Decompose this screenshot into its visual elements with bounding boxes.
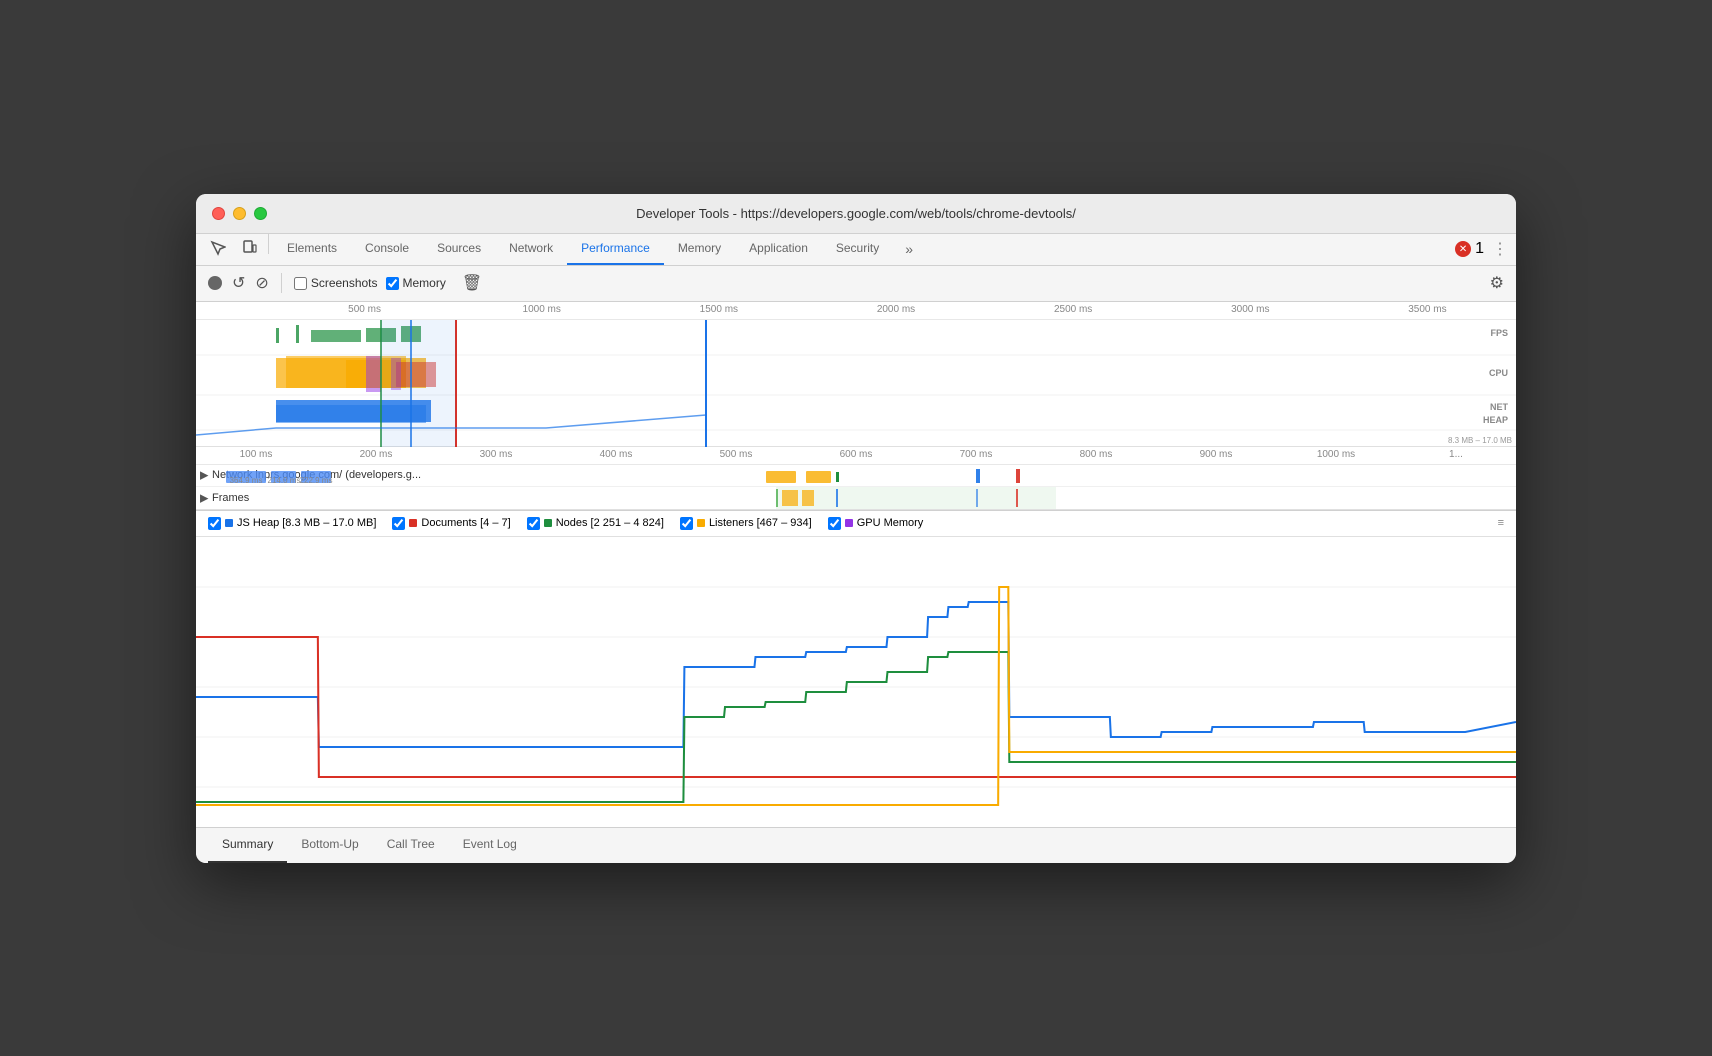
maximize-button[interactable] [254,207,267,220]
memory-label: Memory [403,276,446,290]
screenshots-label: Screenshots [311,276,378,290]
screenshots-checkbox-item: Screenshots [294,276,378,290]
gpu-label: GPU Memory [857,517,924,529]
tab-console[interactable]: Console [351,234,423,265]
b-ruler-500: 500 ms [676,449,796,464]
overview-chart [196,320,1516,447]
legend-nodes: Nodes [2 251 – 4 824] [527,517,664,530]
traffic-lights [212,207,267,220]
stop-recording-button[interactable]: ⊘ [255,273,268,293]
svg-text:214.0 ms: 214.0 ms [268,476,301,485]
inspect-icon[interactable] [204,234,232,262]
js-heap-label: JS Heap [8.3 MB – 17.0 MB] [237,517,376,529]
b-ruler-100: 100 ms [196,449,316,464]
ruler-label-3000: 3000 ms [1162,304,1339,319]
tab-event-log[interactable]: Event Log [449,827,531,863]
nodes-checkbox[interactable] [527,517,540,530]
net-label: NET [1490,402,1508,412]
error-indicator: ✕ 1 ⋮ [1455,234,1508,265]
screenshots-checkbox[interactable] [294,277,307,290]
b-ruler-700: 700 ms [916,449,1036,464]
memory-svg [196,537,1516,827]
tab-application[interactable]: Application [735,234,822,265]
memory-checkbox-item: Memory [386,276,446,290]
devtools-menu-icon[interactable]: ⋮ [1492,239,1508,259]
ruler-label-3500: 3500 ms [1339,304,1516,319]
device-icon[interactable] [236,234,264,262]
error-x: ✕ [1459,244,1467,255]
tab-memory[interactable]: Memory [664,234,735,265]
tab-elements[interactable]: Elements [273,234,351,265]
b-ruler-600: 600 ms [796,449,916,464]
network-chart: 364.9 ms 214.0 ms 222.9 ms [196,467,1516,485]
tab-bottom-up[interactable]: Bottom-Up [287,827,372,863]
gpu-checkbox[interactable] [828,517,841,530]
legend-js-heap: JS Heap [8.3 MB – 17.0 MB] [208,517,376,530]
error-badge: ✕ [1455,241,1471,257]
legend-documents: Documents [4 – 7] [392,517,510,530]
heap-label: HEAP [1483,415,1508,425]
b-ruler-800: 800 ms [1036,449,1156,464]
devtools-window: Developer Tools - https://developers.goo… [196,194,1516,863]
memory-checkbox[interactable] [386,277,399,290]
tab-performance[interactable]: Performance [567,234,664,265]
js-heap-checkbox[interactable] [208,517,221,530]
settings-icon[interactable]: ⚙ [1490,273,1504,293]
tab-network[interactable]: Network [495,234,567,265]
timeline-overview: 500 ms 1000 ms 1500 ms 2000 ms 2500 ms 3… [196,302,1516,511]
nodes-color [544,519,552,527]
b-ruler-400: 400 ms [556,449,676,464]
documents-checkbox[interactable] [392,517,405,530]
legend-more-icon[interactable]: ≡ [1498,517,1504,529]
ruler-label-1000: 1000 ms [453,304,630,319]
frames-chart [196,487,1516,509]
titlebar: Developer Tools - https://developers.goo… [196,194,1516,234]
listeners-color [697,519,705,527]
memory-chart-area [196,537,1516,827]
record-button[interactable] [208,276,222,290]
cpu-label: CPU [1489,368,1508,378]
listeners-checkbox[interactable] [680,517,693,530]
network-row: ▶ Network lnprs.google.com/ (developers.… [196,465,1516,487]
ruler-label-2000: 2000 ms [807,304,984,319]
ruler-label-1500: 1500 ms [630,304,807,319]
documents-label: Documents [4 – 7] [421,517,510,529]
ruler-label-500: 500 ms [276,304,453,319]
more-tabs-button[interactable]: » [897,234,921,265]
svg-text:364.9 ms: 364.9 ms [230,476,263,485]
tab-sources[interactable]: Sources [423,234,495,265]
nodes-label: Nodes [2 251 – 4 824] [556,517,664,529]
gpu-color [845,519,853,527]
legend-gpu: GPU Memory [828,517,924,530]
fps-label: FPS [1490,328,1508,338]
tab-summary[interactable]: Summary [208,827,287,863]
tab-call-tree[interactable]: Call Tree [373,827,449,863]
frames-row: ▶ Frames [196,487,1516,509]
error-count: 1 [1475,240,1484,258]
memory-legend: JS Heap [8.3 MB – 17.0 MB] Documents [4 … [196,511,1516,537]
ruler-label-2500: 2500 ms [985,304,1162,319]
b-ruler-more: 1... [1396,449,1516,464]
legend-listeners: Listeners [467 – 934] [680,517,812,530]
b-ruler-200: 200 ms [316,449,436,464]
window-title: Developer Tools - https://developers.goo… [636,206,1076,221]
b-ruler-900: 900 ms [1156,449,1276,464]
minimize-button[interactable] [233,207,246,220]
close-button[interactable] [212,207,225,220]
js-heap-color [225,519,233,527]
bottom-tabs-bar: Summary Bottom-Up Call Tree Event Log [196,827,1516,863]
heap-range: 8.3 MB – 17.0 MB [1448,436,1512,445]
reload-record-button[interactable]: ↺ [230,273,247,293]
devtools-tabs: Elements Console Sources Network Perform… [196,234,1516,266]
b-ruler-1000: 1000 ms [1276,449,1396,464]
listeners-label: Listeners [467 – 934] [709,517,812,529]
b-ruler-300: 300 ms [436,449,556,464]
performance-toolbar: ↺ ⊘ Screenshots Memory 🗑 ⚙ [196,266,1516,302]
tab-security[interactable]: Security [822,234,893,265]
clear-button[interactable]: 🗑 [462,273,482,293]
svg-text:222.9 ms: 222.9 ms [300,476,333,485]
documents-color [409,519,417,527]
